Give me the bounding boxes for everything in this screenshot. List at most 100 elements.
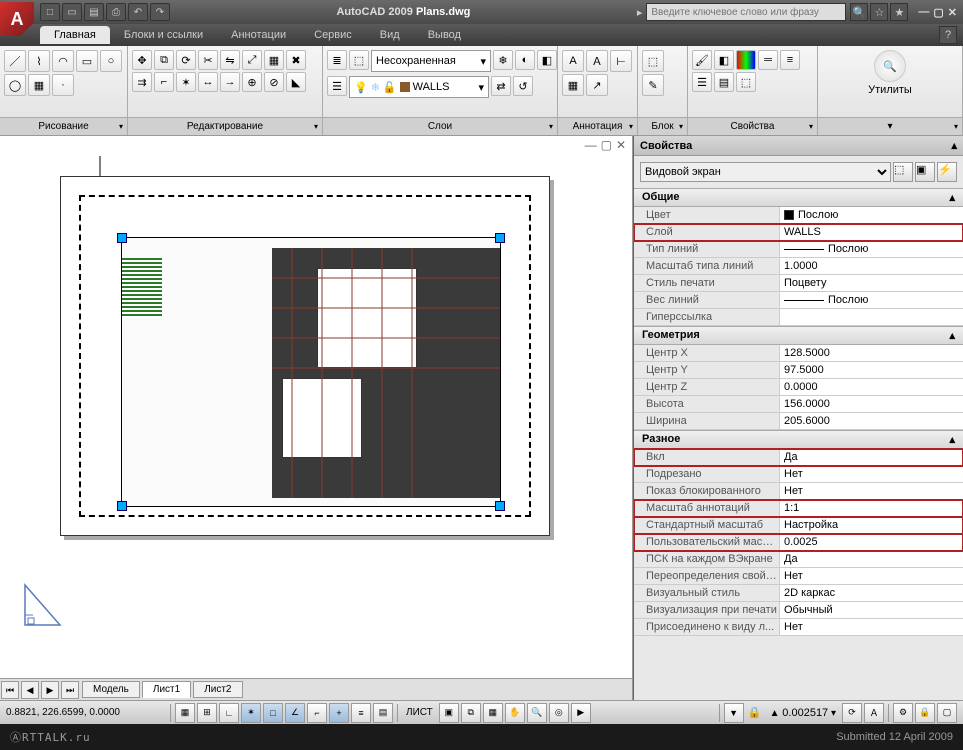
minimize-button[interactable]: — — [918, 6, 929, 19]
osnap-toggle[interactable]: □ — [263, 703, 283, 723]
comm-center-icon[interactable]: ☆ — [870, 3, 888, 21]
layer-prev-icon[interactable]: ↺ — [513, 76, 533, 96]
qat-save-icon[interactable]: ▤ — [84, 3, 104, 21]
layer-iso-icon[interactable]: ◧ — [537, 50, 557, 70]
leader-tool-icon[interactable]: ↗ — [586, 74, 608, 96]
toggle-pickadd-icon[interactable]: ⚡ — [937, 162, 957, 182]
drawing-area[interactable]: — ▢ ✕ — [0, 136, 633, 700]
insert-block-icon[interactable]: ⬚ — [642, 50, 664, 72]
property-row[interactable]: Показ блокированногоНет — [634, 483, 963, 500]
workspace-switch-icon[interactable]: ⚙ — [893, 703, 913, 723]
property-value[interactable]: 205.6000 — [779, 413, 963, 429]
property-row[interactable]: Центр Y97.5000 — [634, 362, 963, 379]
layout-tab-1[interactable]: Лист1 — [142, 681, 191, 698]
polar-toggle[interactable]: ✶ — [241, 703, 261, 723]
section-geometry[interactable]: Геометрия — [634, 326, 963, 345]
lwt-toggle[interactable]: ≡ — [351, 703, 371, 723]
property-row[interactable]: ЦветПослою — [634, 207, 963, 224]
annotation-scale[interactable]: ▲ 0.002517 ▾ — [766, 707, 840, 719]
showmotion-icon[interactable]: ▶ — [571, 703, 591, 723]
help-button[interactable]: ? — [939, 26, 957, 44]
rectangle-tool-icon[interactable]: ▭ — [76, 50, 98, 72]
property-row[interactable]: Масштаб типа линий1.0000 — [634, 258, 963, 275]
explode-tool-icon[interactable]: ✶ — [176, 72, 196, 92]
dimension-tool-icon[interactable]: ⊢ — [610, 50, 632, 72]
stretch-tool-icon[interactable]: ↔ — [198, 72, 218, 92]
ducs-toggle[interactable]: ⌐ — [307, 703, 327, 723]
property-row[interactable]: ПодрезаноНет — [634, 466, 963, 483]
ellipse-tool-icon[interactable]: ◯ — [4, 74, 26, 96]
qat-undo-icon[interactable]: ↶ — [128, 3, 148, 21]
property-row[interactable]: Визуальный стиль2D каркас — [634, 585, 963, 602]
otrack-toggle[interactable]: ∠ — [285, 703, 305, 723]
property-value[interactable]: Да — [779, 551, 963, 567]
property-row[interactable]: Центр Z0.0000 — [634, 379, 963, 396]
property-row[interactable]: Присоединено к виду л...Нет — [634, 619, 963, 636]
create-block-icon[interactable]: ✎ — [642, 74, 664, 96]
extend-tool-icon[interactable]: → — [220, 72, 240, 92]
tab-tools[interactable]: Сервис — [300, 26, 366, 44]
pan-icon[interactable]: ✋ — [505, 703, 525, 723]
tab-nav-next[interactable]: ▶ — [41, 681, 59, 699]
property-value[interactable]: Обычный — [779, 602, 963, 618]
property-value[interactable]: 1:1 — [779, 500, 963, 516]
toolbar-lock-icon[interactable]: 🔒 — [915, 703, 935, 723]
break-tool-icon[interactable]: ⊘ — [264, 72, 284, 92]
layer-freeze-icon[interactable]: ❄ — [493, 50, 513, 70]
tray-icon[interactable]: ▼ — [724, 703, 744, 723]
tab-nav-prev[interactable]: ◀ — [21, 681, 39, 699]
infocenter-search-input[interactable] — [646, 3, 846, 21]
maximize-button[interactable]: ▢ — [933, 6, 943, 19]
viewport[interactable] — [121, 237, 501, 507]
favorites-icon[interactable]: ★ — [890, 3, 908, 21]
property-value[interactable]: Нет — [779, 483, 963, 499]
tab-annotations[interactable]: Аннотации — [217, 26, 300, 44]
ortho-toggle[interactable]: ∟ — [219, 703, 239, 723]
maximize-viewport-icon[interactable]: ▣ — [439, 703, 459, 723]
property-row[interactable]: Вес линийПослою — [634, 292, 963, 309]
copy-tool-icon[interactable]: ⧉ — [154, 50, 174, 70]
annoscale-add-icon[interactable]: Ａ — [864, 703, 884, 723]
offset-tool-icon[interactable]: ⇉ — [132, 72, 152, 92]
property-row[interactable]: ПСК на каждом ВЭкранеДа — [634, 551, 963, 568]
property-value[interactable]: Поцвету — [779, 275, 963, 291]
property-value[interactable]: WALLS — [779, 224, 963, 240]
section-misc[interactable]: Разное — [634, 430, 963, 449]
scale-tool-icon[interactable]: ⤢ — [242, 50, 262, 70]
lock-ui-icon[interactable]: 🔒 — [746, 704, 764, 722]
linetype-icon[interactable]: ═ — [758, 50, 778, 70]
circle-tool-icon[interactable]: ○ — [100, 50, 122, 72]
rotate-tool-icon[interactable]: ⟳ — [176, 50, 196, 70]
property-value[interactable]: Нет — [779, 619, 963, 635]
property-row[interactable]: Ширина205.6000 — [634, 413, 963, 430]
layer-states-icon[interactable]: ⬚ — [349, 50, 369, 70]
trim-tool-icon[interactable]: ✂ — [198, 50, 218, 70]
property-row[interactable]: Визуализация при печатиОбычный — [634, 602, 963, 619]
lineweight-icon[interactable]: ≡ — [780, 50, 800, 70]
panel-title-utilities[interactable]: ▾ — [818, 117, 962, 135]
panel-title-block[interactable]: Блок — [638, 117, 687, 135]
properties-title[interactable]: Свойства — [634, 136, 963, 156]
model-tab[interactable]: Модель — [82, 681, 140, 698]
property-row[interactable]: Тип линийПослою — [634, 241, 963, 258]
table-tool-icon[interactable]: ▦ — [562, 74, 584, 96]
property-value[interactable]: 1.0000 — [779, 258, 963, 274]
panel-title-draw[interactable]: Рисование — [0, 117, 127, 135]
fillet-tool-icon[interactable]: ⌐ — [154, 72, 174, 92]
property-value[interactable]: 2D каркас — [779, 585, 963, 601]
property-row[interactable]: Стандартный масштабНастройка — [634, 517, 963, 534]
property-value[interactable]: 97.5000 — [779, 362, 963, 378]
property-row[interactable]: Масштаб аннотаций1:1 — [634, 500, 963, 517]
join-tool-icon[interactable]: ⊕ — [242, 72, 262, 92]
tab-output[interactable]: Вывод — [414, 26, 475, 44]
text-tool-icon[interactable]: Ａ — [586, 50, 608, 72]
layout-tab-2[interactable]: Лист2 — [193, 681, 242, 698]
utilities-button[interactable]: 🔍 Утилиты — [860, 50, 920, 96]
property-row[interactable]: Переопределения свойс...Нет — [634, 568, 963, 585]
polyline-tool-icon[interactable]: ⌇ — [28, 50, 50, 72]
section-general[interactable]: Общие — [634, 188, 963, 207]
qat-redo-icon[interactable]: ↷ — [150, 3, 170, 21]
property-row[interactable]: Стиль печатиПоцвету — [634, 275, 963, 292]
props-palette-icon[interactable]: ▤ — [714, 72, 734, 92]
qat-open-icon[interactable]: ▭ — [62, 3, 82, 21]
